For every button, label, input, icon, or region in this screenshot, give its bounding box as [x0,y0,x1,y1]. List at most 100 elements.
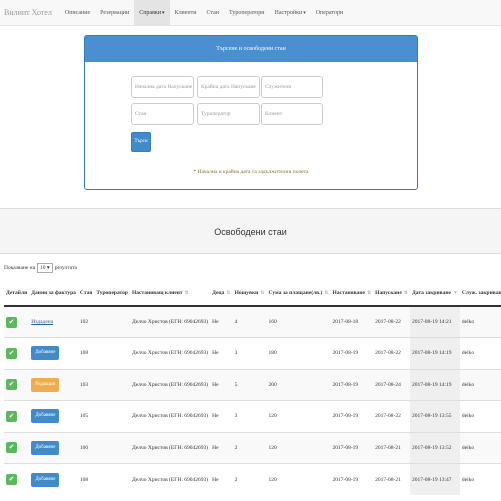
panel-title: Търсене и освободени стаи [85,36,417,62]
nav-item-0[interactable]: Описание [60,0,95,26]
column-header[interactable]: Данни за фактура [29,280,78,307]
cell-client: Делчо Христов (ЕГН: 69042693) [130,305,211,338]
cell-room: 108 [77,337,95,369]
sort-icon[interactable]: ▼ [453,291,458,296]
column-header[interactable]: Нощувки ⇅ [232,280,267,307]
nav-menu: Описание Резервации Справки▾ Клиенти Стаи Тур… [60,0,348,26]
end-date-input[interactable]: Крайна дата Напускане [197,76,260,98]
column-header[interactable]: Сума за плащане(лв.) ⇅ [266,280,331,307]
cell-sum: 180 [266,337,331,369]
column-header-label: Данни за фактура [31,289,76,296]
sort-icon[interactable]: ⇅ [324,291,328,296]
check-icon[interactable]: ✔ [6,347,17,359]
details-cell: ✔ [4,463,30,495]
cell-emp: delko [459,305,501,338]
add-invoice-button[interactable]: Добавяне [31,409,60,424]
cell-kids: Не [210,305,233,338]
edit-invoice-button[interactable]: Редакция [31,377,59,392]
cell-closed: 2017-08-19 13:55 [409,400,460,432]
cell-room: 105 [77,400,95,432]
client-input[interactable]: Клиент [261,103,323,125]
cell-closed: 2017-08-19 14:19 [409,337,460,369]
invoice-cell: Добавяне [29,400,78,432]
nav-item-2[interactable]: Справки▾ [134,0,170,26]
details-cell: ✔ [4,400,30,432]
cell-kids: Не [210,463,233,495]
sort-icon[interactable]: ⇅ [367,291,371,296]
cell-out: 2017-08-22 [373,400,410,432]
check-icon[interactable]: ✔ [6,379,17,391]
nav-item-label: Резервации [100,9,130,16]
sort-icon[interactable]: ⇅ [185,291,189,296]
cell-emp: delko [459,431,501,464]
column-header[interactable]: Деца ⇅ [210,280,233,307]
table-header-row: Детайли Данни за фактура Стая Туроператор На… [4,280,501,307]
nav-item-label: Справки [139,9,162,16]
cell-room: 100 [77,431,95,464]
column-header[interactable]: Настаняване ⇅ [330,280,374,307]
nav-item-label: Оператори [315,9,344,16]
nav-item-1[interactable]: Резервации [95,0,134,26]
invoice-link[interactable]: Издадена [31,319,53,325]
cell-client: Делчо Христов (ЕГН: 69042693) [130,400,211,432]
cell-in: 2017-08-18 [330,305,374,338]
navbar: Вилиит Хотел Описание Резервации Справки▾ К… [0,0,501,26]
invoice-cell: Добавяне [29,463,78,495]
check-icon[interactable]: ✔ [6,316,17,328]
cell-in: 2017-08-19 [330,400,374,432]
table-row: ✔ Добавяне 108 Делчо Христов (ЕГН: 69042693… [4,463,501,495]
cell-kids: Не [210,368,233,401]
nav-item-6[interactable]: Настройки▾ [270,0,311,26]
start-date-input[interactable]: Начална дата Напускане [131,76,194,98]
column-header-label: Детайли [6,289,28,296]
cell-room: 108 [77,463,95,495]
required-hint: * Начална и крайна дата са задължителни … [193,169,309,175]
column-header[interactable]: Туроператор [94,280,130,307]
cell-sum: 120 [266,431,331,464]
add-invoice-button[interactable]: Добавяне [31,346,60,361]
column-header[interactable]: Дата закриване ▼ [409,280,460,307]
check-icon[interactable]: ✔ [6,442,17,454]
column-header[interactable]: Стая [77,280,95,307]
column-header[interactable]: Детайли [4,280,30,307]
column-header-label: Туроператор [96,289,128,296]
add-invoice-button[interactable]: Добавяне [31,472,60,487]
invoice-cell: Редакция [29,368,78,401]
cell-room: 103 [77,368,95,401]
invoice-cell: Добавяне [29,337,78,369]
caret-down-icon: ▾ [162,10,165,16]
nav-item-label: Стаи [206,9,219,16]
table-row: ✔ Издадена 102 Делчо Христов (ЕГН: 69042693… [4,305,501,338]
room-input[interactable]: Стаи [131,103,194,125]
cell-out: 2017-08-21 [373,463,410,495]
sort-icon[interactable]: ⇅ [260,291,264,296]
column-header[interactable]: Служ. закриване [459,280,501,307]
nav-item-5[interactable]: Туроператори [224,0,270,26]
cell-tour [94,400,130,432]
table-row: ✔ Добавяне 108 Делчо Христов (ЕГН: 69042693… [4,337,501,369]
cell-closed: 2017-08-19 14:21 [409,305,460,338]
check-icon[interactable]: ✔ [6,474,17,485]
nav-item-label: Клиенти [174,9,197,16]
sort-icon[interactable]: ⇅ [404,291,408,296]
table-row: ✔ Добавяне 100 Делчо Христов (ЕГН: 69042693… [4,431,501,464]
cell-emp: delko [459,463,501,495]
add-invoice-button[interactable]: Добавяне [31,440,60,455]
nav-item-3[interactable]: Клиенти [170,0,202,26]
column-header[interactable]: Настаняващ клиент ⇅ [130,280,211,307]
column-header[interactable]: Напускане ⇅ [373,280,410,307]
nav-item-7[interactable]: Оператори [311,0,348,26]
brand[interactable]: Вилиит Хотел [4,8,52,17]
nav-item-4[interactable]: Стаи [201,0,224,26]
chevron-down-icon: ▾ [46,265,50,271]
cell-nights: 2 [232,463,267,495]
caret-down-icon: ▾ [303,10,306,16]
page-size-select[interactable]: 10 ▾ [37,263,53,273]
sort-icon[interactable]: ⇅ [226,291,230,296]
tour-operator-input[interactable]: Туроператор [197,103,260,125]
cell-sum: 200 [266,368,331,401]
check-icon[interactable]: ✔ [6,410,17,422]
search-button[interactable]: Търси [131,132,151,152]
page-size-control: Показване на 10 ▾ резултата [4,263,77,273]
employees-input[interactable]: Служители [261,76,323,98]
